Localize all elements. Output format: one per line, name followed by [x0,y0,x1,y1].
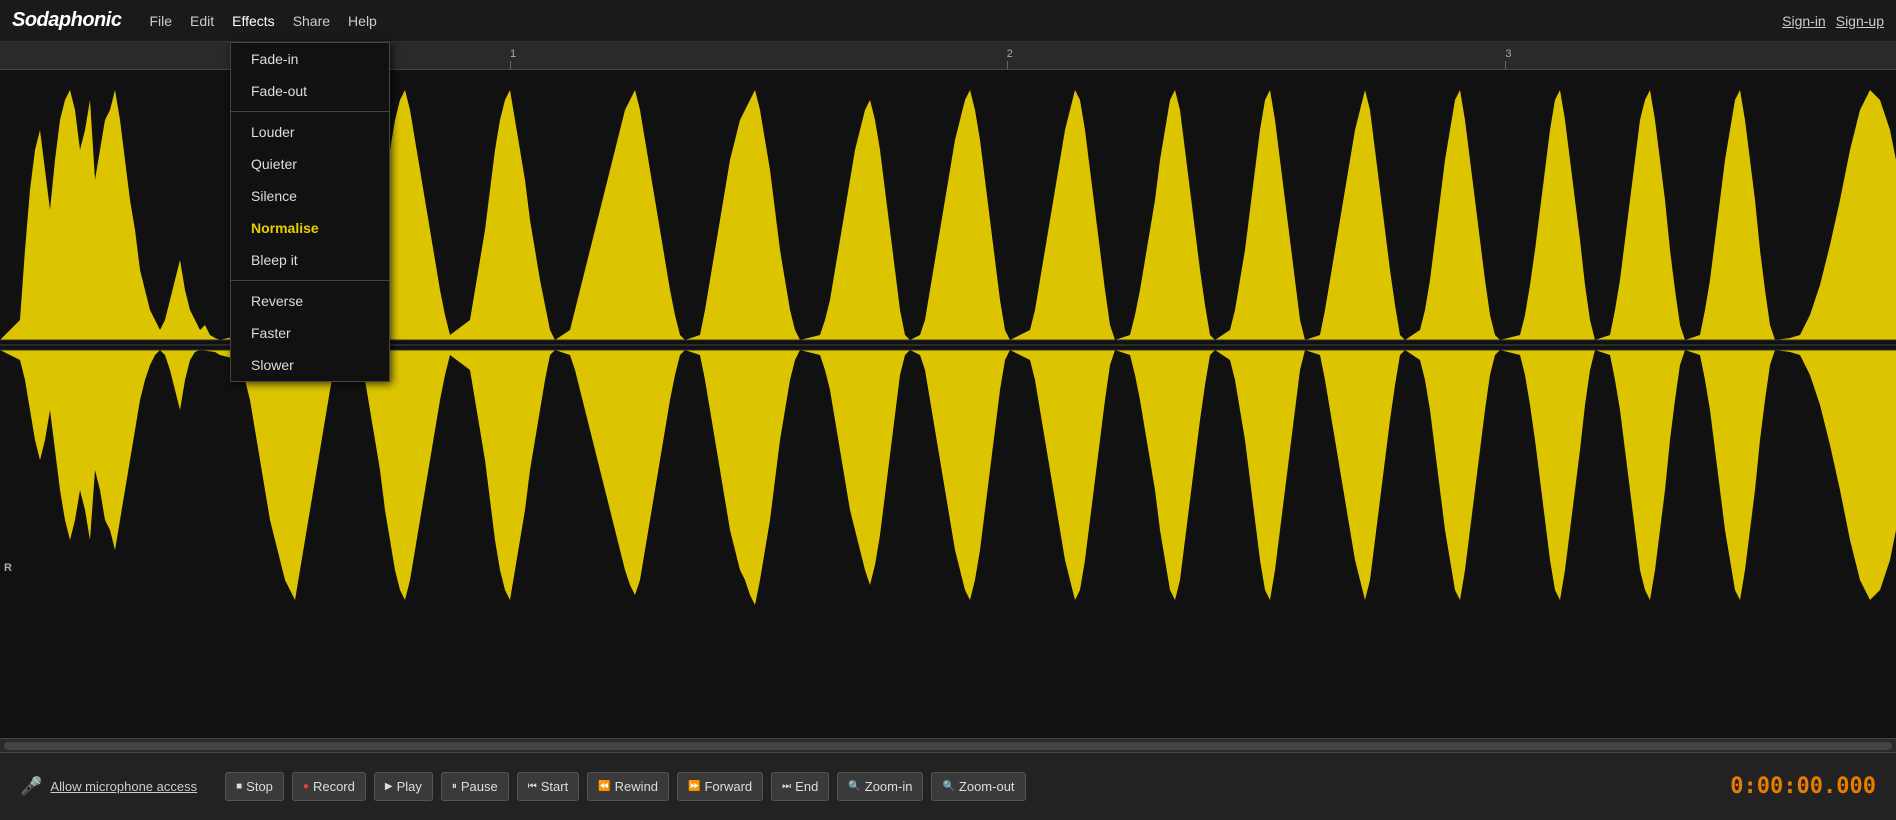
play-label: Play [397,779,422,794]
timeline-tick-1 [510,61,511,69]
zoom-in-label: Zoom-in [865,779,913,794]
zoom-out-label: Zoom-out [959,779,1015,794]
menu-separator-1 [231,111,389,112]
start-icon: ⏮ [528,781,537,792]
nav-file[interactable]: File [141,9,180,33]
menu-item-faster[interactable]: Faster [231,317,389,349]
record-label: Record [313,779,355,794]
menu-item-fade-in[interactable]: Fade-in [231,43,389,75]
microphone-icon: 🎤 [20,776,42,797]
scrollbar-area [0,738,1896,752]
pause-icon: ⏸ [452,781,457,792]
start-button[interactable]: ⏮ Start [517,772,579,801]
mic-access-text[interactable]: Allow microphone access [50,779,197,794]
scrollbar-track[interactable] [4,742,1892,750]
rewind-icon: ⏪ [598,781,610,792]
rewind-button[interactable]: ⏪ Rewind [587,772,669,801]
timeline-tick-3 [1505,61,1506,69]
timeline-marker-1: 1 [510,48,516,60]
stop-label: Stop [246,779,273,794]
stop-button[interactable]: ■ Stop [225,772,284,801]
nav-edit[interactable]: Edit [182,9,222,33]
forward-icon: ⏩ [688,781,700,792]
record-icon: ● [303,781,309,792]
forward-button[interactable]: ⏩ Forward [677,772,763,801]
auth-links: Sign-in Sign-up [1782,13,1884,29]
menu-item-reverse[interactable]: Reverse [231,285,389,317]
record-button[interactable]: ● Record [292,772,366,801]
header: Sodaphonic File Edit Effects Share Help … [0,0,1896,42]
zoom-out-button[interactable]: 🔍 Zoom-out [931,772,1025,801]
play-button[interactable]: ▶ Play [374,772,433,801]
menu-item-bleep-it[interactable]: Bleep it [231,244,389,276]
zoom-in-icon: 🔍 [848,781,860,792]
footer-controls: 🎤 Allow microphone access ■ Stop ● Recor… [0,752,1896,820]
pause-button[interactable]: ⏸ Pause [441,772,509,801]
svg-text:R: R [4,562,12,574]
end-button[interactable]: ⏭ End [771,772,829,801]
timeline-marker-2: 2 [1007,48,1013,60]
signin-link[interactable]: Sign-in [1782,13,1826,29]
menu-item-normalise[interactable]: Normalise [231,212,389,244]
stop-icon: ■ [236,781,242,792]
pause-label: Pause [461,779,498,794]
timeline-marker-3: 3 [1505,48,1511,60]
menu-separator-2 [231,280,389,281]
zoom-out-icon: 🔍 [942,781,954,792]
nav-menu: File Edit Effects Share Help [141,9,384,33]
signup-link[interactable]: Sign-up [1836,13,1884,29]
end-icon: ⏭ [782,781,791,792]
menu-item-silence[interactable]: Silence [231,180,389,212]
nav-help[interactable]: Help [340,9,385,33]
menu-item-fade-out[interactable]: Fade-out [231,75,389,107]
start-label: Start [541,779,568,794]
app-logo: Sodaphonic [12,9,121,32]
menu-item-slower[interactable]: Slower [231,349,389,381]
menu-item-quieter[interactable]: Quieter [231,148,389,180]
mic-section: 🎤 Allow microphone access [20,776,197,797]
play-icon: ▶ [385,781,393,792]
menu-item-louder[interactable]: Louder [231,116,389,148]
effects-dropdown-menu: Fade-in Fade-out Louder Quieter Silence … [230,42,390,382]
zoom-in-button[interactable]: 🔍 Zoom-in [837,772,923,801]
timeline-tick-2 [1007,61,1008,69]
playback-timer: 0:00:00.000 [1730,774,1876,799]
rewind-label: Rewind [615,779,658,794]
forward-label: Forward [704,779,752,794]
end-label: End [795,779,818,794]
nav-effects[interactable]: Effects [224,9,283,33]
nav-share[interactable]: Share [285,9,338,33]
